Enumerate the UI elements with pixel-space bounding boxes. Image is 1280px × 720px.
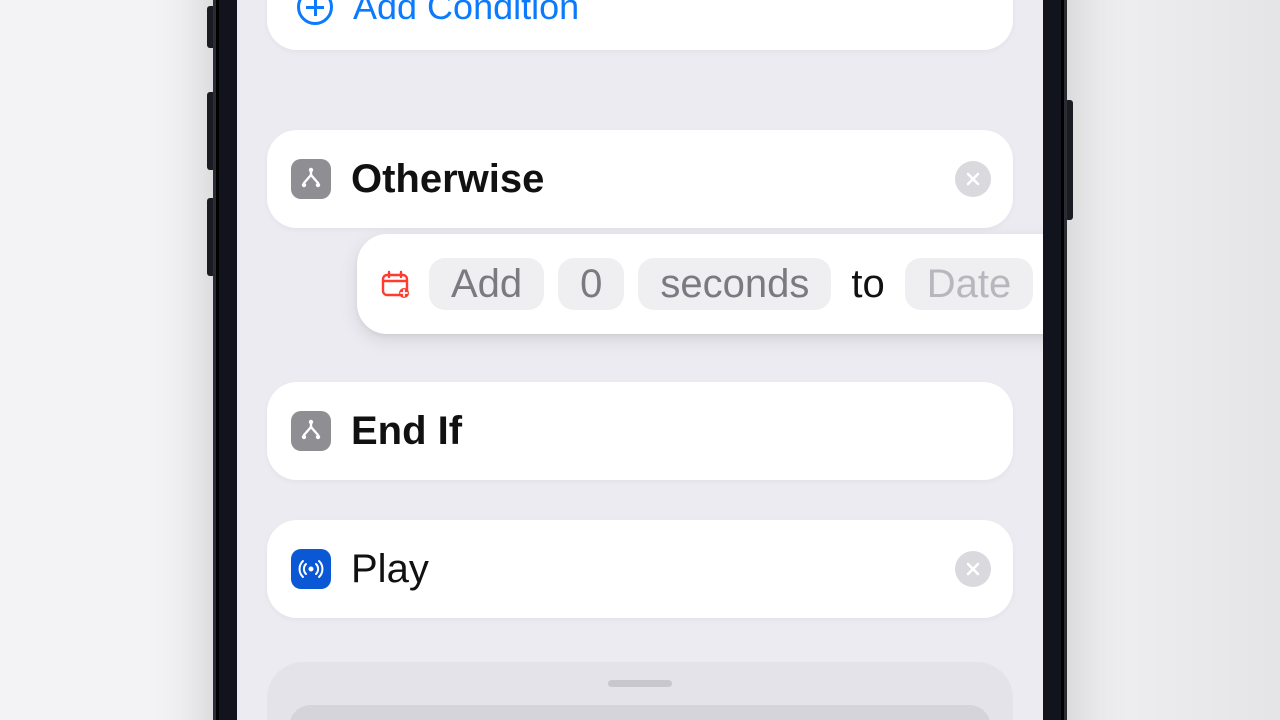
sheet-grabber-icon[interactable] (608, 680, 672, 687)
phone-screen: Add Condition Otherwise (237, 0, 1043, 720)
volume-down-button (207, 198, 213, 276)
search-actions-field[interactable]: Search Actions (289, 705, 991, 720)
remove-play-button[interactable] (955, 551, 991, 587)
calendar-icon (375, 264, 415, 304)
branch-icon (291, 411, 331, 451)
adjust-date-action[interactable]: Add 0 seconds to Date (357, 234, 1043, 334)
add-condition-button[interactable]: Add Condition (267, 0, 1013, 50)
play-label: Play (351, 547, 429, 592)
actions-sheet[interactable]: Search Actions (267, 662, 1013, 720)
otherwise-step[interactable]: Otherwise (267, 130, 1013, 228)
adjust-date-verb-pill[interactable]: Add (429, 258, 544, 310)
plus-circle-icon (297, 0, 333, 25)
adjust-date-joiner: to (845, 262, 890, 307)
side-button (1067, 100, 1073, 220)
branch-icon (291, 159, 331, 199)
volume-up-button (207, 92, 213, 170)
shortcut-editor: Add Condition Otherwise (237, 0, 1043, 720)
adjust-date-amount-pill[interactable]: 0 (558, 258, 624, 310)
nested-action-container: Add 0 seconds to Date (267, 228, 1013, 338)
add-condition-label: Add Condition (353, 0, 579, 28)
adjust-date-unit-pill[interactable]: seconds (638, 258, 831, 310)
otherwise-label: Otherwise (351, 157, 544, 202)
remove-otherwise-button[interactable] (955, 161, 991, 197)
mute-switch (207, 6, 213, 48)
play-step[interactable]: Play (267, 520, 1013, 618)
phone-frame: Add Condition Otherwise (213, 0, 1067, 720)
adjust-date-target-pill[interactable]: Date (905, 258, 1034, 310)
broadcast-icon (291, 549, 331, 589)
end-if-label: End If (351, 409, 462, 454)
end-if-step[interactable]: End If (267, 382, 1013, 480)
